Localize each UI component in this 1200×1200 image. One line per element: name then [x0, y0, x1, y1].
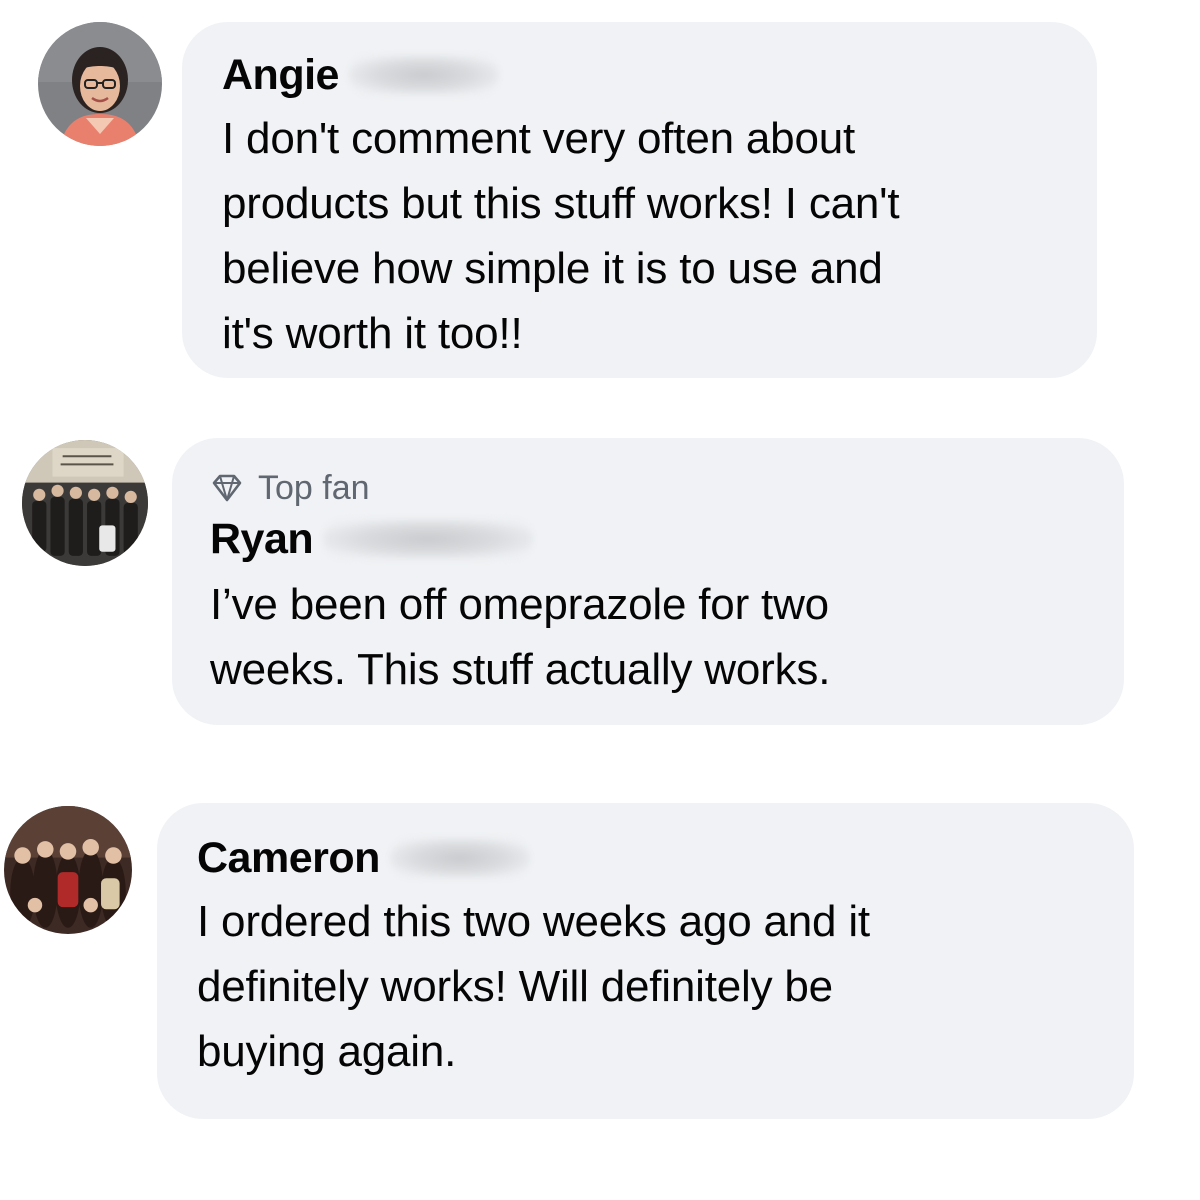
- comment-text-line: I ordered this two weeks ago and it: [197, 897, 870, 946]
- comment-author-name[interactable]: Ryan: [210, 515, 314, 564]
- profile-photo-group-icon: [22, 440, 148, 566]
- comment-author-row: Cameron: [197, 833, 1134, 883]
- comment-text-line: it's worth it too!!: [222, 309, 523, 358]
- top-fan-badge[interactable]: Top fan: [210, 468, 1124, 508]
- blurred-surname: [348, 55, 499, 95]
- comment-text-line: believe how simple it is to use and: [222, 244, 883, 293]
- comment-text-line: products but this stuff works! I can't: [222, 179, 900, 228]
- comment-text: I ordered this two weeks ago and it defi…: [197, 889, 1134, 1084]
- comment-author-name[interactable]: Cameron: [197, 834, 380, 883]
- comment-text-line: weeks. This stuff actually works.: [210, 645, 831, 694]
- comment-text-line: definitely works! Will definitely be: [197, 962, 833, 1011]
- avatar[interactable]: [4, 806, 132, 934]
- diamond-icon: [212, 474, 242, 502]
- comment-text: I don't comment very often about product…: [222, 106, 1097, 366]
- avatar[interactable]: [38, 22, 162, 146]
- blurred-surname: [389, 838, 530, 878]
- profile-photo-group-icon: [4, 806, 132, 934]
- comment-bubble: Cameron I ordered this two weeks ago and…: [157, 803, 1134, 1119]
- badge-label: Top fan: [258, 468, 370, 507]
- comment-text-line: I don't comment very often about: [222, 114, 856, 163]
- comment-text: I’ve been off omeprazole for two weeks. …: [210, 572, 1124, 702]
- comment-bubble: Top fan Ryan I’ve been off omeprazole fo…: [172, 438, 1124, 725]
- comment-author-name[interactable]: Angie: [222, 51, 339, 100]
- comment-bubble: Angie I don't comment very often about p…: [182, 22, 1097, 378]
- comment-text-line: I’ve been off omeprazole for two: [210, 580, 829, 629]
- comment-text-line: buying again.: [197, 1027, 457, 1076]
- blurred-surname: [323, 519, 534, 559]
- comment-author-row: Angie: [222, 50, 1097, 100]
- profile-photo-woman-icon: [38, 22, 162, 146]
- avatar[interactable]: [22, 440, 148, 566]
- comment-author-row: Ryan: [210, 514, 1124, 564]
